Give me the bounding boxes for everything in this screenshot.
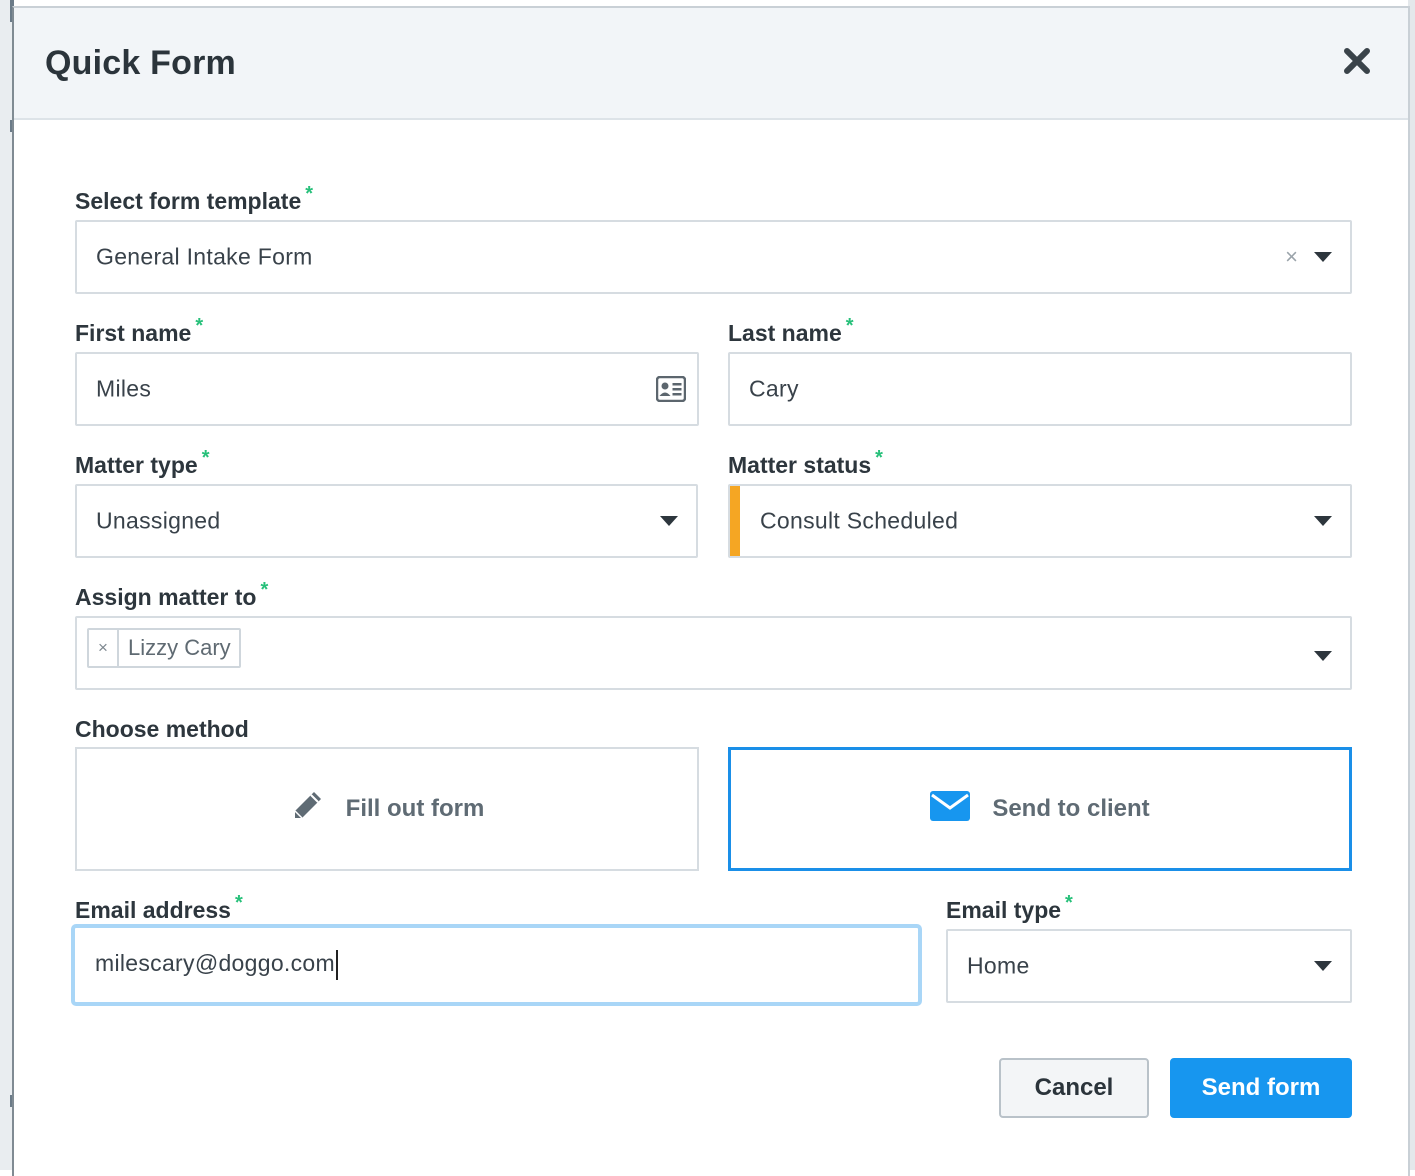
pencil-icon — [290, 789, 324, 830]
assignee-chip: × Lizzy Cary — [87, 628, 241, 668]
required-marker: * — [234, 892, 243, 914]
modal-title: Quick Form — [45, 44, 236, 82]
assign-matter-label: Assign matter to * — [75, 579, 269, 610]
matter-type-label: Matter type * — [75, 447, 210, 478]
email-address-label: Email address * — [75, 892, 243, 923]
cancel-button[interactable]: Cancel — [999, 1058, 1149, 1118]
template-label: Select form template * — [75, 183, 314, 214]
fill-out-form-label: Fill out form — [345, 795, 485, 822]
required-marker: * — [845, 315, 854, 337]
chevron-down-icon[interactable] — [1314, 961, 1332, 971]
send-to-client-label: Send to client — [992, 795, 1150, 822]
remove-assignee-icon[interactable]: × — [89, 630, 119, 666]
last-name-label: Last name * — [728, 315, 854, 346]
matter-type-value: Unassigned — [96, 507, 221, 534]
quick-form-modal: Quick Form Select form template * General… — [12, 6, 1410, 1176]
chevron-down-icon[interactable] — [1314, 516, 1332, 526]
contact-card-icon[interactable] — [655, 375, 687, 408]
chevron-down-icon[interactable] — [1314, 651, 1332, 661]
required-marker: * — [305, 183, 314, 205]
assign-matter-select[interactable]: × Lizzy Cary — [75, 616, 1352, 690]
fill-out-form-option[interactable]: Fill out form — [75, 747, 699, 871]
required-marker: * — [195, 315, 204, 337]
modal-header: Quick Form — [14, 8, 1408, 120]
required-marker: * — [260, 579, 269, 601]
email-type-value: Home — [967, 952, 1030, 979]
status-color-bar — [730, 486, 740, 556]
clear-template-icon[interactable]: × — [1285, 244, 1298, 270]
required-marker: * — [1065, 892, 1073, 914]
matter-type-select[interactable]: Unassigned — [75, 484, 698, 558]
first-name-field[interactable]: Miles — [75, 352, 699, 426]
matter-status-value: Consult Scheduled — [760, 507, 959, 534]
text-cursor — [335, 950, 338, 980]
chevron-down-icon[interactable] — [660, 516, 678, 526]
email-address-value: milescary@doggo.com — [95, 950, 338, 980]
envelope-icon — [930, 790, 971, 828]
assignee-name: Lizzy Cary — [128, 635, 231, 660]
email-type-select[interactable]: Home — [946, 929, 1352, 1003]
first-name-label: First name * — [75, 315, 204, 346]
close-icon[interactable] — [1342, 46, 1372, 76]
email-type-label: Email type * — [946, 892, 1073, 923]
template-value: General Intake Form — [96, 243, 313, 270]
chevron-down-icon[interactable] — [1314, 252, 1332, 262]
email-address-input[interactable]: milescary@doggo.com — [71, 924, 922, 1006]
last-name-value: Cary — [749, 375, 799, 402]
matter-status-label: Matter status * — [728, 447, 883, 478]
send-to-client-option[interactable]: Send to client — [728, 747, 1352, 871]
first-name-value: Miles — [96, 375, 152, 402]
template-select[interactable]: General Intake Form × — [75, 220, 1352, 294]
send-form-button[interactable]: Send form — [1170, 1058, 1352, 1118]
required-marker: * — [201, 447, 210, 469]
required-marker: * — [875, 447, 883, 469]
matter-status-select[interactable]: Consult Scheduled — [728, 484, 1352, 558]
last-name-field[interactable]: Cary — [728, 352, 1352, 426]
choose-method-label: Choose method — [75, 716, 249, 742]
